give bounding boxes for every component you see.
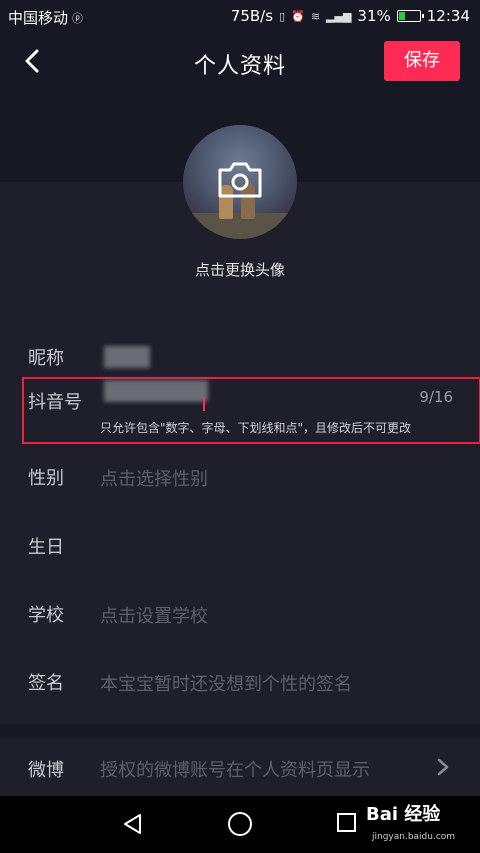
weibo-placeholder: 授权的微博账号在个人资料页显示 bbox=[100, 760, 370, 781]
signature-row[interactable]: 签名 本宝宝暂时还没想到个性的签名 bbox=[0, 651, 480, 711]
section-divider bbox=[0, 724, 480, 738]
birthday-row[interactable]: 生日 bbox=[0, 515, 480, 575]
nav-recent-apps-icon[interactable] bbox=[337, 813, 356, 832]
gender-label: 性别 bbox=[28, 468, 64, 489]
watermark-brand: Bai 经验 bbox=[366, 804, 441, 825]
school-placeholder[interactable]: 点击设置学校 bbox=[100, 602, 208, 628]
camera-icon[interactable] bbox=[216, 160, 264, 200]
carrier-name: 中国移动 bbox=[8, 9, 69, 27]
signature-placeholder[interactable]: 本宝宝暂时还没想到个性的签名 bbox=[100, 670, 352, 696]
status-bar: 中国移动 ⓟ 75B/s ▯ ⏰ ≋ ▂▄▆ 31% 12:34 bbox=[0, 0, 480, 34]
gender-placeholder[interactable]: 点击选择性别 bbox=[100, 465, 208, 491]
back-arrow-icon[interactable] bbox=[18, 46, 48, 76]
battery-percent: 31% bbox=[357, 7, 391, 25]
school-label: 学校 bbox=[28, 605, 64, 626]
birthday-label: 生日 bbox=[28, 537, 64, 558]
network-speed: 75B/s bbox=[230, 7, 274, 25]
signal-help-icon: ⓟ bbox=[72, 11, 84, 25]
vibrate-icon: ▯ bbox=[279, 9, 286, 23]
cell-signal-icon: ▂▄▆ bbox=[326, 9, 352, 23]
signature-label: 签名 bbox=[28, 673, 64, 694]
watermark-url: jingyan.baidu.com bbox=[372, 832, 456, 842]
weibo-label: 微博 bbox=[28, 760, 64, 781]
douyin-id-value-blurred[interactable] bbox=[104, 380, 208, 402]
clock: 12:34 bbox=[426, 7, 470, 25]
douyin-id-hint: 只允许包含"数字、字母、下划线和点"，且修改后不可更改 bbox=[100, 421, 412, 435]
battery-icon bbox=[396, 10, 424, 22]
nickname-label: 昵称 bbox=[28, 348, 64, 369]
change-avatar-hint[interactable]: 点击更换头像 bbox=[0, 259, 480, 280]
douyin-id-char-counter: 9/16 bbox=[419, 388, 453, 406]
gender-row[interactable]: 性别 点击选择性别 bbox=[0, 446, 480, 506]
chevron-right-icon bbox=[437, 758, 449, 776]
alarm-icon: ⏰ bbox=[291, 9, 305, 23]
save-button[interactable]: 保存 bbox=[384, 41, 460, 81]
header: 个人资料 保存 bbox=[0, 34, 480, 90]
text-cursor bbox=[203, 397, 205, 411]
douyin-id-label: 抖音号 bbox=[28, 392, 82, 413]
nav-back-icon[interactable] bbox=[122, 813, 144, 835]
wifi-icon: ≋ bbox=[310, 9, 321, 23]
nickname-value-blurred[interactable] bbox=[104, 346, 150, 368]
nav-home-icon[interactable] bbox=[228, 812, 252, 836]
school-row[interactable]: 学校 点击设置学校 bbox=[0, 583, 480, 643]
weibo-row[interactable]: 微博 授权的微博账号在个人资料页显示 bbox=[0, 738, 480, 796]
